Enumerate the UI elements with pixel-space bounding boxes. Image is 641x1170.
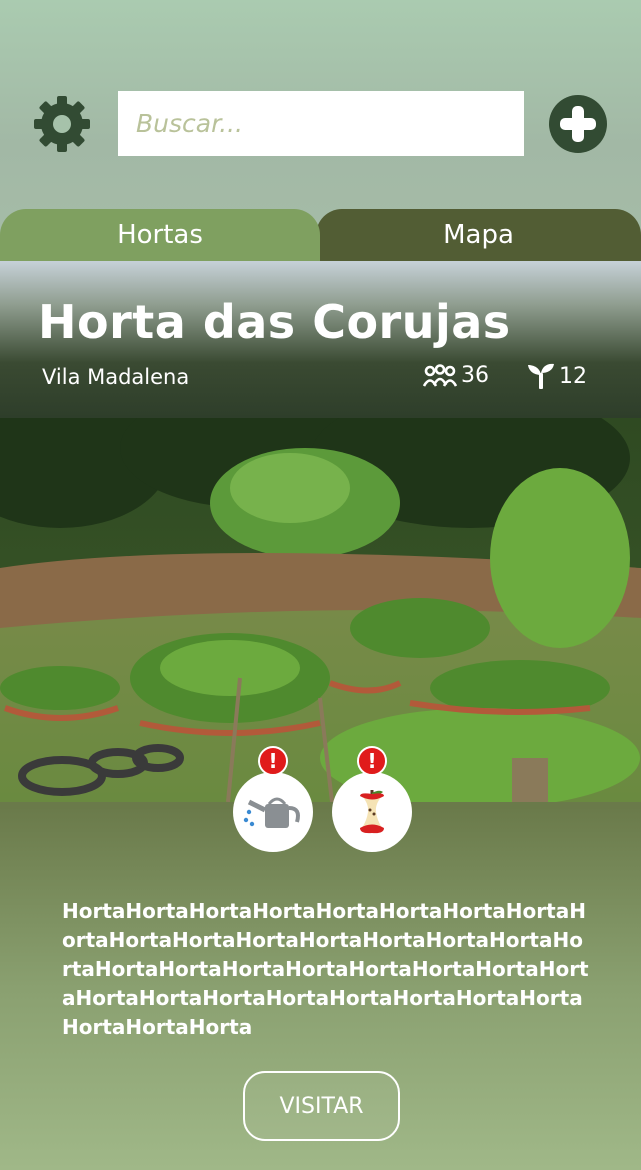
garden-neighborhood: Vila Madalena bbox=[42, 365, 190, 389]
visit-label: VISITAR bbox=[279, 1093, 364, 1119]
apple-core-icon bbox=[360, 790, 384, 834]
tab-hortas[interactable]: Hortas bbox=[0, 209, 320, 261]
garden-card: Horta das Corujas Vila Madalena 36 12 ! … bbox=[0, 261, 641, 1170]
alert-icon: ! bbox=[357, 746, 387, 776]
garden-header: Horta das Corujas Vila Madalena 36 12 bbox=[0, 261, 641, 418]
top-bar: Mapa Hortas bbox=[0, 0, 641, 262]
garden-title: Horta das Corujas bbox=[38, 295, 511, 349]
plants-count: 12 bbox=[527, 363, 587, 389]
members-count: 36 bbox=[423, 363, 489, 388]
watering-alert-badge[interactable]: ! bbox=[233, 746, 313, 852]
people-icon bbox=[423, 363, 457, 387]
tab-label: Hortas bbox=[117, 220, 203, 250]
food-alert-badge[interactable]: ! bbox=[332, 746, 412, 852]
members-value: 36 bbox=[461, 363, 489, 388]
plants-value: 12 bbox=[559, 363, 587, 389]
garden-photo bbox=[0, 418, 641, 802]
tab-label: Mapa bbox=[443, 220, 514, 250]
gear-icon[interactable] bbox=[32, 94, 92, 154]
visit-button[interactable]: VISITAR bbox=[243, 1071, 400, 1141]
alert-icon: ! bbox=[258, 746, 288, 776]
watering-can-icon bbox=[243, 797, 300, 828]
sprout-icon bbox=[528, 363, 554, 389]
tab-mapa[interactable]: Mapa bbox=[316, 209, 641, 261]
garden-description: HortaHortaHortaHortaHortaHortaHortaHorta… bbox=[62, 899, 589, 1039]
search-input[interactable] bbox=[118, 91, 524, 156]
add-icon[interactable] bbox=[548, 94, 608, 154]
